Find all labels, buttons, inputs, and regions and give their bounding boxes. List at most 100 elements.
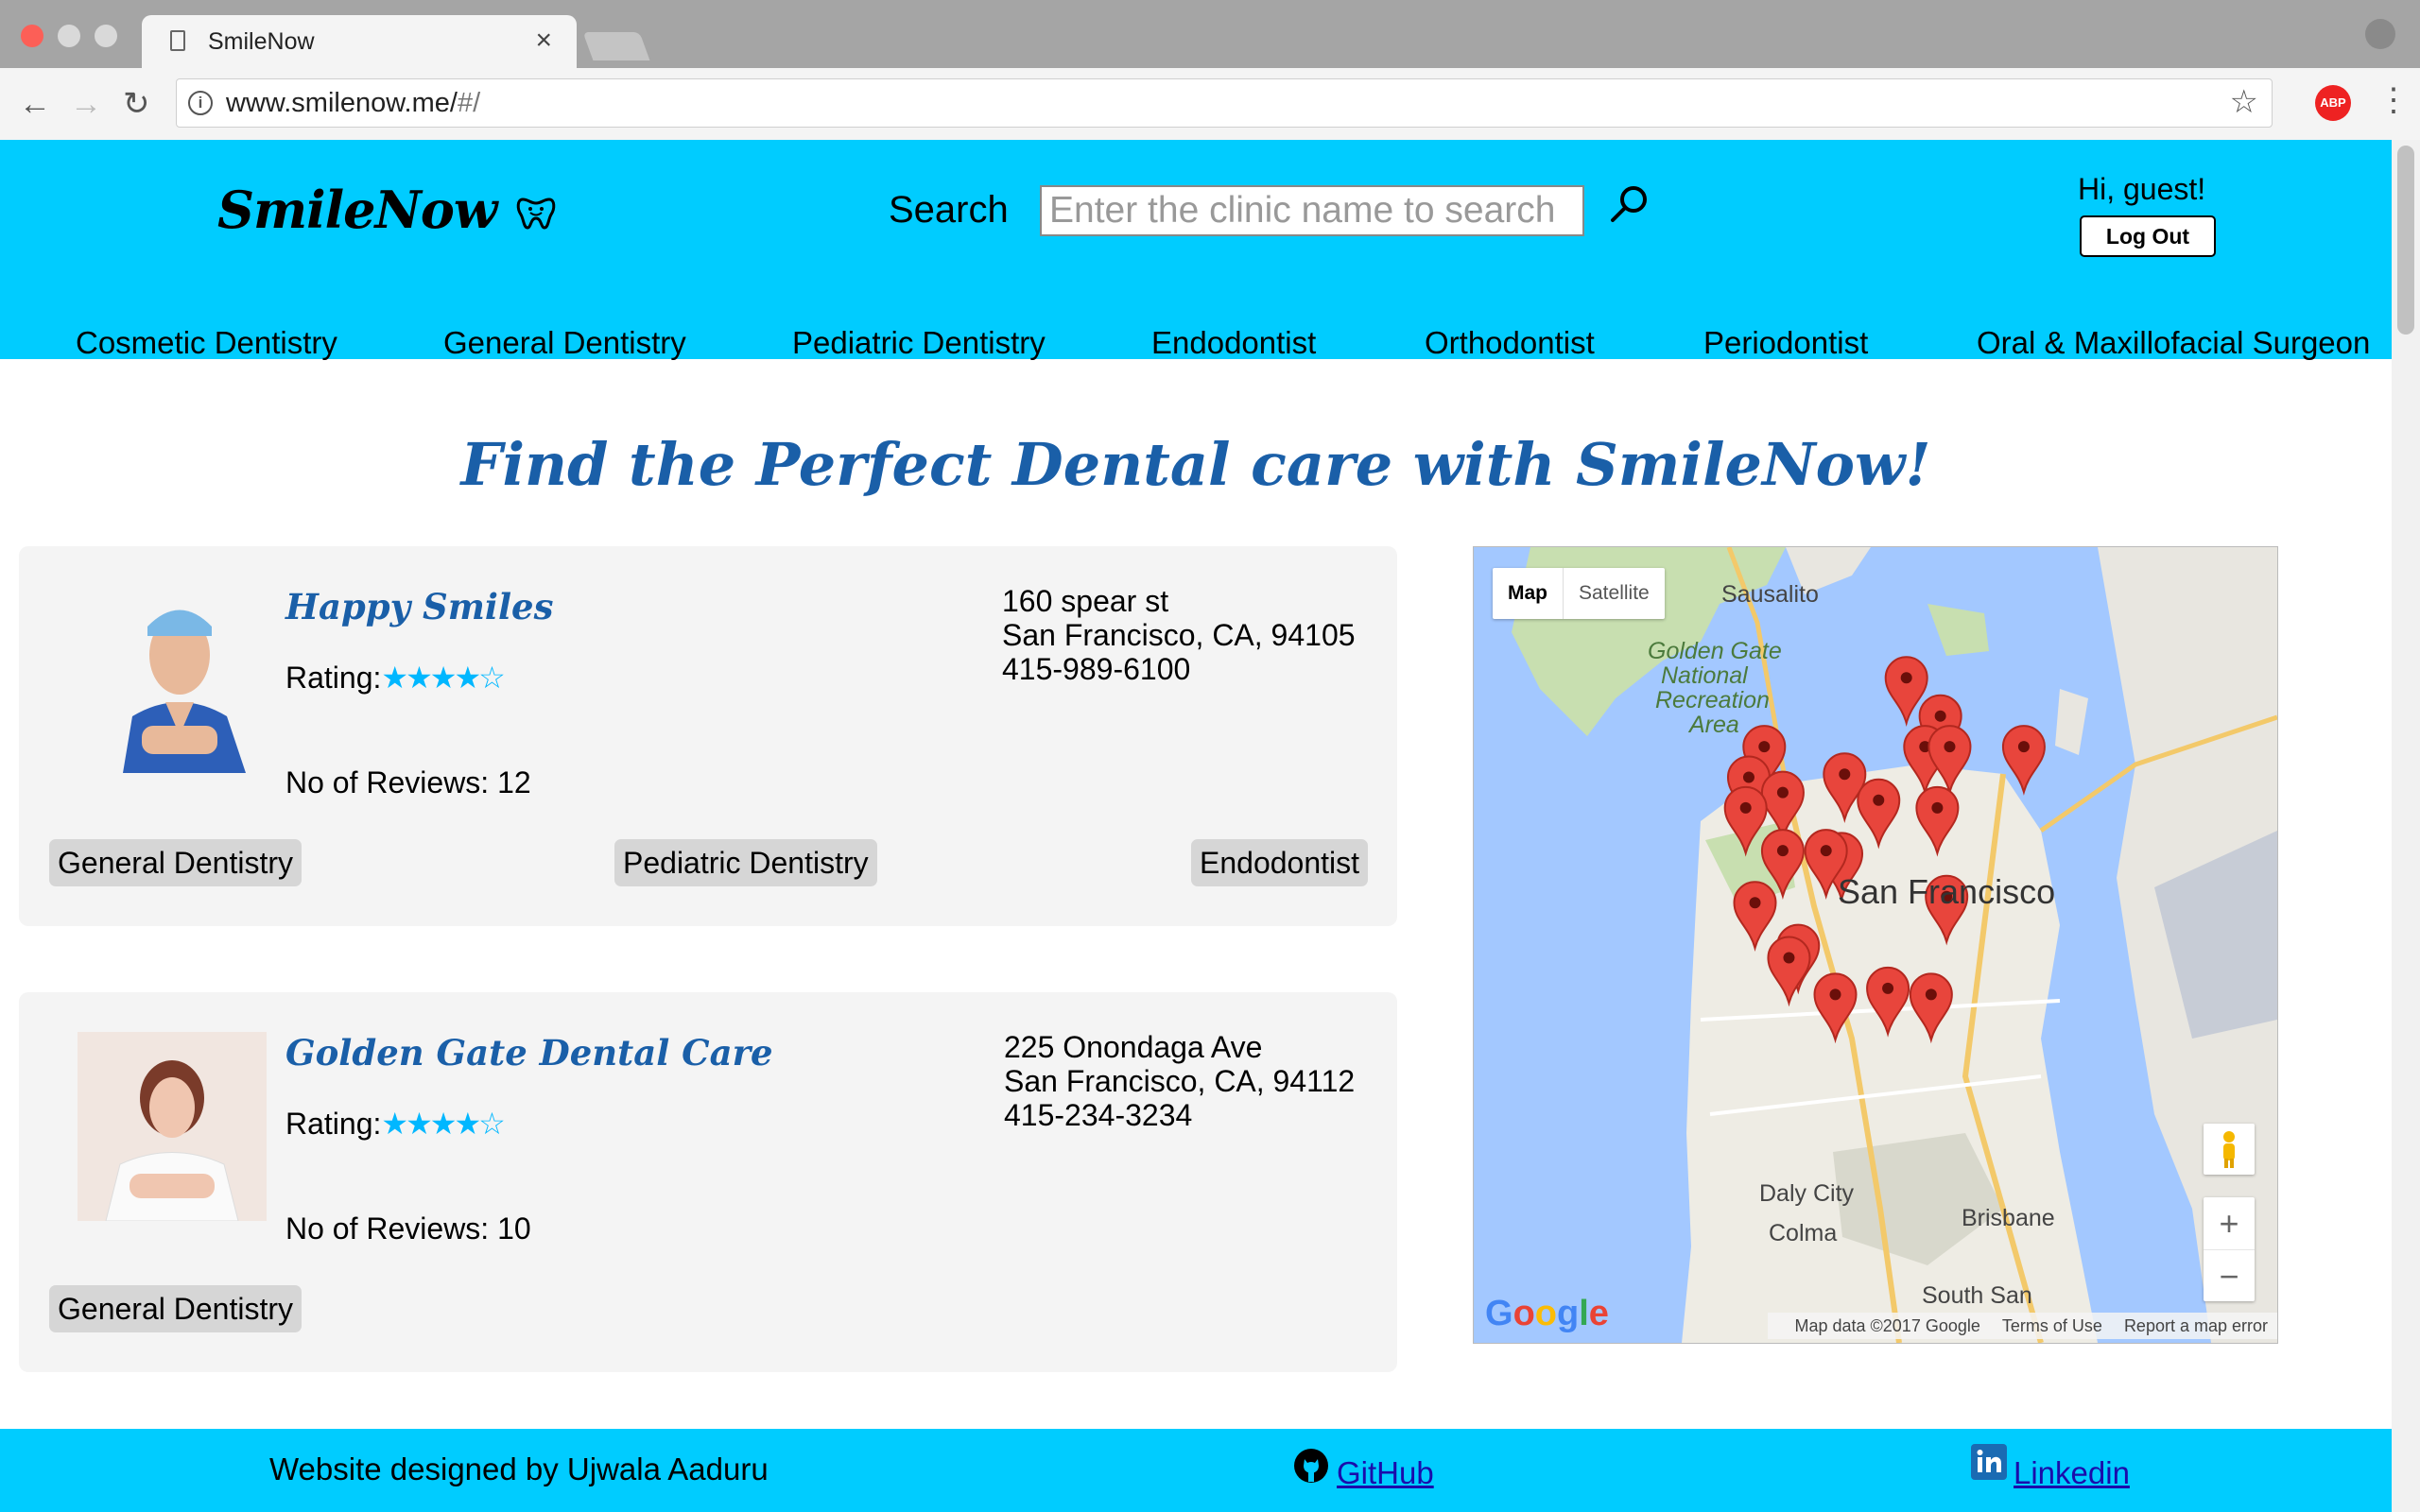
close-window-button[interactable]: [21, 25, 43, 47]
map-label: Golden Gate: [1648, 638, 1782, 664]
site-logo[interactable]: SmileNow: [217, 180, 557, 240]
github-link[interactable]: GitHub: [1337, 1455, 1434, 1491]
address-bar[interactable]: i www.smilenow.me/#/ ☆: [176, 78, 2273, 128]
map-marker-dot: [1776, 786, 1789, 799]
zoom-controls: + −: [2204, 1197, 2255, 1301]
zoom-out-button[interactable]: −: [2204, 1250, 2255, 1302]
nav-periodontist[interactable]: Periodontist: [1703, 325, 1868, 361]
page-scrollbar[interactable]: [2392, 140, 2420, 1512]
back-icon[interactable]: ←: [19, 85, 51, 123]
greeting-text: Hi, guest!: [2078, 172, 2206, 206]
adblock-icon[interactable]: ABP: [2315, 85, 2351, 121]
nav-pediatric-dentistry[interactable]: Pediatric Dentistry: [792, 325, 1046, 361]
map-canvas[interactable]: [1474, 547, 2277, 1343]
map-marker-dot: [1873, 794, 1885, 806]
terms-of-use-link[interactable]: Terms of Use: [2002, 1316, 2102, 1335]
maximize-window-button[interactable]: [95, 25, 117, 47]
map-label: South San: [1922, 1282, 2032, 1309]
map-marker-dot: [1749, 897, 1761, 909]
search-icon[interactable]: [1607, 182, 1652, 228]
clinic-card[interactable]: Golden Gate Dental Care Rating:★★★★☆ No …: [19, 992, 1397, 1372]
linkedin-link[interactable]: Linkedin: [2014, 1455, 2130, 1491]
specialty-tag[interactable]: Pediatric Dentistry: [614, 839, 877, 886]
map-credits: Map data ©2017 Google Terms of Use Repor…: [1768, 1313, 2277, 1339]
review-count: No of Reviews: 12: [285, 765, 531, 799]
clinic-name[interactable]: Golden Gate Dental Care: [285, 1032, 773, 1074]
map-marker-dot: [1742, 771, 1754, 783]
browser-tabstrip: SmileNow ×: [0, 0, 2420, 68]
map-type-map-button[interactable]: Map: [1493, 568, 1564, 619]
tab-title: SmileNow: [208, 28, 315, 55]
nav-oral-maxillofacial-surgeon[interactable]: Oral & Maxillofacial Surgeon: [1977, 325, 2370, 361]
close-tab-icon[interactable]: ×: [535, 25, 552, 57]
map-label: Sausalito: [1721, 581, 1819, 608]
profile-icon[interactable]: [2365, 19, 2395, 49]
nav-endodontist[interactable]: Endodontist: [1151, 325, 1316, 361]
search-label: Search: [889, 189, 1009, 231]
map-marker-dot: [1931, 801, 1944, 814]
map-label: Brisbane: [1962, 1205, 2055, 1231]
map-label: Colma: [1769, 1220, 1838, 1246]
clinic-rating: Rating:★★★★☆: [285, 661, 506, 695]
github-icon[interactable]: [1293, 1448, 1329, 1484]
reload-icon[interactable]: ↻: [123, 85, 150, 123]
map-marker-dot: [1900, 672, 1912, 684]
map-label: Recreation: [1655, 687, 1770, 713]
map-marker-dot: [2017, 741, 2030, 753]
map-marker-dot: [1934, 710, 1946, 722]
tooth-icon: [516, 198, 556, 230]
nav-orthodontist[interactable]: Orthodontist: [1425, 325, 1595, 361]
map-label: National: [1661, 662, 1748, 689]
forward-icon[interactable]: →: [70, 85, 102, 123]
page-headline: Find the Perfect Dental care with SmileN…: [460, 430, 1931, 499]
map-marker-dot: [1882, 982, 1894, 994]
nav-cosmetic-dentistry[interactable]: Cosmetic Dentistry: [76, 325, 337, 361]
specialty-tag[interactable]: General Dentistry: [49, 1285, 302, 1332]
map-marker-dot: [1783, 952, 1795, 964]
map-type-satellite-button[interactable]: Satellite: [1564, 568, 1665, 619]
map-data-attribution: Map data ©2017 Google: [1794, 1316, 1980, 1335]
new-tab-button[interactable]: [582, 32, 650, 60]
review-count: No of Reviews: 10: [285, 1211, 531, 1246]
clinic-rating: Rating:★★★★☆: [285, 1107, 506, 1141]
specialty-tag[interactable]: General Dentistry: [49, 839, 302, 886]
scrollbar-thumb[interactable]: [2397, 146, 2414, 335]
map-marker-dot: [1829, 988, 1841, 1001]
zoom-in-button[interactable]: +: [2204, 1197, 2255, 1250]
clinic-map[interactable]: Sausalito Golden Gate National Recreatio…: [1473, 546, 2278, 1344]
map-marker-dot: [1820, 845, 1832, 857]
browser-toolbar: ← → ↻ i www.smilenow.me/#/ ☆ ABP ⋮: [0, 68, 2420, 141]
map-marker-dot: [1776, 845, 1789, 857]
bookmark-star-icon[interactable]: ☆: [2230, 83, 2258, 121]
category-nav: Cosmetic Dentistry General Dentistry Ped…: [0, 325, 2392, 361]
linkedin-icon[interactable]: [1971, 1444, 2007, 1480]
map-label: Area: [1689, 712, 1739, 738]
browser-menu-icon[interactable]: ⋮: [2377, 81, 2410, 119]
site-footer: Website designed by Ujwala Aaduru GitHub…: [0, 1429, 2392, 1512]
map-marker-dot: [1925, 988, 1937, 1001]
clinic-address: 160 spear st San Francisco, CA, 94105 41…: [1002, 584, 1356, 686]
street-view-pegman-icon[interactable]: [2204, 1124, 2255, 1175]
map-marker-dot: [1739, 801, 1752, 814]
google-logo: Google: [1485, 1294, 1609, 1333]
url-text[interactable]: www.smilenow.me/#/: [226, 88, 480, 119]
map-marker-dot: [1944, 741, 1956, 753]
minimize-window-button[interactable]: [58, 25, 80, 47]
nav-general-dentistry[interactable]: General Dentistry: [443, 325, 686, 361]
info-icon[interactable]: i: [188, 91, 213, 115]
clinic-name[interactable]: Happy Smiles: [285, 586, 553, 627]
site-header: SmileNow Search Hi, guest! Log Out Cosme…: [0, 140, 2392, 361]
map-label: Daly City: [1759, 1180, 1855, 1207]
browser-tab[interactable]: SmileNow ×: [142, 15, 577, 68]
search-input[interactable]: [1040, 185, 1584, 236]
clinic-card[interactable]: Happy Smiles Rating:★★★★☆ No of Reviews:…: [19, 546, 1397, 926]
map-city-label: San Francisco: [1838, 872, 2056, 911]
specialty-tag[interactable]: Endodontist: [1191, 839, 1369, 886]
footer-credit: Website designed by Ujwala Aaduru: [269, 1452, 769, 1486]
dentist-photo: [78, 1032, 267, 1221]
dentist-photo: [85, 584, 274, 773]
rating-stars-icon: ★★★★☆: [381, 1107, 505, 1141]
report-map-error-link[interactable]: Report a map error: [2124, 1316, 2268, 1335]
logout-button[interactable]: Log Out: [2080, 215, 2216, 257]
map-marker-dot: [1839, 768, 1851, 781]
